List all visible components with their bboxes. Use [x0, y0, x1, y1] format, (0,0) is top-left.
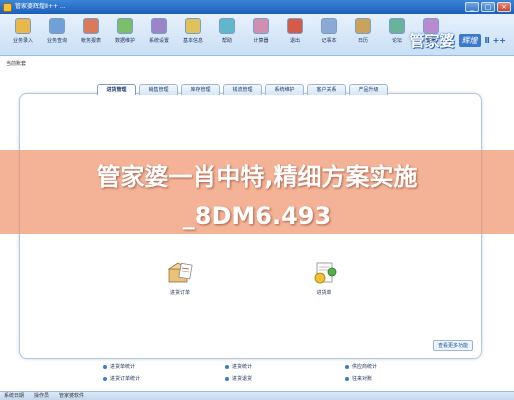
toolbar-button-2[interactable]: 帐务报表	[74, 18, 108, 50]
quick-link-label: 进货单统计	[110, 364, 136, 370]
toolbar-button-label: 业务录入	[12, 38, 33, 44]
toolbar-button-9[interactable]: 记事本	[312, 18, 346, 50]
toolbar-button-label: 日历	[357, 38, 368, 44]
bullet-icon	[225, 364, 229, 369]
toolbar-button-1[interactable]: 业务查询	[40, 18, 74, 50]
toolbar-icon	[423, 18, 439, 34]
bullet-icon	[345, 376, 349, 381]
app-icon	[3, 2, 12, 12]
account-info: 当前账套	[6, 61, 27, 67]
toolbar-icon	[355, 18, 371, 34]
quick-link-4[interactable]: 进货退货	[225, 375, 252, 382]
quick-links: 进货单统计 进货统计 供应商统计进货订单统计 进货退货 往来对账	[95, 361, 415, 389]
watermark-line-1: 管家婆一肖中特,精细方案实施	[96, 163, 418, 191]
toolbar-button-label: 计算器	[253, 38, 269, 44]
window-title: 管家婆辉煌Ⅱ++ ...	[15, 3, 66, 10]
toolbar-button-label: 退出	[289, 38, 300, 44]
status-vendor: 管家婆软件	[59, 393, 85, 399]
tab-2[interactable]: 库存管理	[181, 84, 220, 95]
purchase-order-icon	[166, 260, 194, 286]
toolbar-icon	[321, 18, 337, 34]
main-toolbar: 管家婆 辉煌 Ⅱ ++ 业务录入 业务查询 帐务报表 数据维护 系统设置 基本信息 帮助 计算…	[0, 14, 514, 56]
toolbar-button-label: 帐务报表	[80, 38, 101, 44]
toolbar-button-4[interactable]: 系统设置	[142, 18, 176, 50]
toolbar-button-6[interactable]: 帮助	[210, 18, 244, 50]
purchase-bill-icon	[310, 260, 338, 286]
toolbar-icon	[151, 18, 167, 34]
tab-1[interactable]: 销售管理	[139, 84, 178, 95]
tab-6[interactable]: 产品升级	[349, 84, 388, 95]
toolbar-icon	[219, 18, 235, 34]
toolbar-button-label: 业务查询	[46, 38, 67, 44]
tab-0[interactable]: 进货管理	[97, 84, 136, 95]
watermark-line-2: _8DM6.493	[182, 202, 332, 230]
toolbar-button-label: 论坛	[391, 38, 402, 44]
toolbar-button-label: 帮助	[221, 38, 232, 44]
bullet-icon	[103, 364, 107, 369]
tab-4[interactable]: 系统维护	[265, 84, 304, 95]
close-button[interactable]: ×	[497, 2, 511, 12]
purchase-bill-label: 进货单	[316, 290, 332, 296]
purchase-bill-shortcut[interactable]: 进货单	[310, 260, 338, 296]
bullet-icon	[345, 364, 349, 369]
brand-edition: 辉煌	[458, 34, 481, 47]
toolbar-button-0[interactable]: 业务录入	[6, 18, 40, 50]
toolbar-icon	[83, 18, 99, 34]
toolbar-icon	[185, 18, 201, 34]
more-functions-link[interactable]: 查看更多功能	[432, 340, 473, 351]
quick-link-label: 供应商统计	[352, 364, 378, 370]
toolbar-button-label: 客服	[425, 38, 436, 44]
toolbar-button-5[interactable]: 基本信息	[176, 18, 210, 50]
toolbar-button-3[interactable]: 数据维护	[108, 18, 142, 50]
quick-link-3[interactable]: 进货订单统计	[103, 375, 140, 382]
toolbar-icon	[49, 18, 65, 34]
tab-3[interactable]: 钱流管理	[223, 84, 262, 95]
toolbar-button-7[interactable]: 计算器	[244, 18, 278, 50]
bullet-icon	[225, 376, 229, 381]
module-tabs: 进货管理 销售管理 库存管理 钱流管理 系统维护 客户关系 产品升级	[97, 84, 388, 95]
toolbar-icon	[117, 18, 133, 34]
quick-link-2[interactable]: 供应商统计	[345, 363, 377, 370]
quick-link-label: 往来对账	[352, 376, 373, 382]
toolbar-button-11[interactable]: 论坛	[380, 18, 414, 50]
toolbar-button-label: 系统设置	[148, 38, 169, 44]
toolbar-icon	[253, 18, 269, 34]
purchase-order-shortcut[interactable]: 进货订单	[166, 260, 194, 296]
title-bar: 管家婆辉煌Ⅱ++ ... _ □ ×	[0, 0, 514, 14]
window-controls: _ □ ×	[465, 2, 511, 12]
maximize-button[interactable]: □	[481, 2, 495, 12]
toolbar-button-10[interactable]: 日历	[346, 18, 380, 50]
brand-suffix: Ⅱ ++	[484, 36, 506, 45]
status-bar: 系统日期 操作员 管家婆软件	[0, 391, 514, 400]
quick-link-0[interactable]: 进货单统计	[103, 363, 135, 370]
quick-link-label: 进货订单统计	[110, 376, 141, 382]
quick-link-5[interactable]: 往来对账	[345, 375, 372, 382]
quick-link-1[interactable]: 进货统计	[225, 363, 252, 370]
minimize-button[interactable]: _	[465, 2, 479, 12]
toolbar-button-12[interactable]: 客服	[414, 18, 448, 50]
status-date: 系统日期	[4, 393, 25, 399]
quick-link-label: 进货统计	[232, 364, 253, 370]
toolbar-icon	[287, 18, 303, 34]
tab-5[interactable]: 客户关系	[307, 84, 346, 95]
toolbar-icon	[389, 18, 405, 34]
toolbar-button-label: 数据维护	[114, 38, 135, 44]
toolbar-button-label: 记事本	[321, 38, 337, 44]
toolbar-button-label: 基本信息	[182, 38, 203, 44]
toolbar-button-8[interactable]: 退出	[278, 18, 312, 50]
toolbar-icon	[15, 18, 31, 34]
quick-link-label: 进货退货	[232, 376, 253, 382]
status-operator: 操作员	[34, 393, 50, 399]
purchase-order-label: 进货订单	[169, 290, 190, 296]
bullet-icon	[103, 376, 107, 381]
